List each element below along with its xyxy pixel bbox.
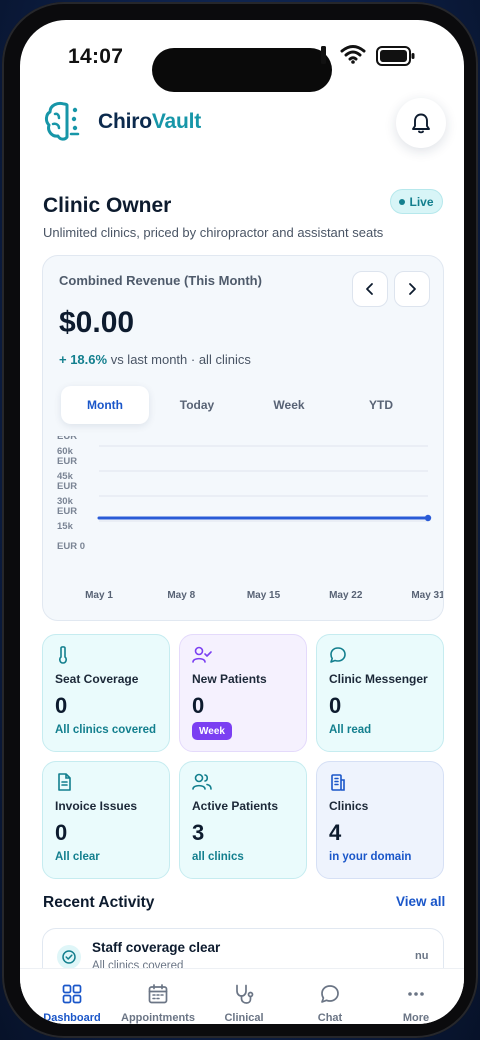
revenue-delta-text: vs last month · all clinics: [107, 352, 251, 367]
status-bar: 14:07: [20, 20, 464, 92]
brand-name-part1: Chiro: [98, 110, 152, 133]
grid-icon: [62, 984, 82, 1004]
chevron-right-icon: [409, 283, 416, 295]
revenue-label: Combined Revenue (This Month): [59, 273, 262, 288]
x-tick-label: May 1: [85, 590, 113, 601]
tab-label: Dashboard: [43, 1012, 101, 1024]
x-tick-label: May 31: [411, 590, 443, 601]
period-tabs: Month Today Week YTD: [59, 386, 429, 424]
chat-icon: [321, 985, 339, 1003]
tab-month[interactable]: Month: [61, 386, 149, 424]
y-tick-label: EUR 45k: [57, 456, 77, 482]
stat-value: 4: [329, 820, 342, 845]
activity-time: nu: [415, 950, 429, 962]
x-tick-label: May 15: [247, 590, 281, 601]
status-time: 14:07: [68, 45, 124, 68]
page-subtitle: Unlimited clinics, priced by chiropracto…: [43, 225, 384, 240]
bell-icon: [412, 113, 430, 134]
stat-card-active-patients[interactable]: Active Patients 3 all clinics: [179, 761, 307, 879]
brand-name-part2: Vault: [151, 110, 202, 133]
tab-clinical[interactable]: Clinical: [201, 969, 287, 1024]
y-tick-label: EUR 30k: [57, 481, 77, 507]
view-all-link[interactable]: View all: [396, 894, 445, 909]
more-icon: [408, 992, 424, 996]
tab-ytd[interactable]: YTD: [337, 386, 425, 424]
tab-label: Chat: [317, 1012, 343, 1024]
stat-card-clinics[interactable]: Clinics 4 in your domain: [316, 761, 444, 879]
stat-card-clinic-messenger[interactable]: Clinic Messenger 0 All read: [316, 634, 444, 752]
stat-subtext: All clinics covered: [55, 724, 156, 736]
app-header: ChiroVault: [44, 98, 446, 154]
live-badge: Live: [390, 189, 443, 214]
stat-subtext: All clear: [55, 851, 100, 863]
revenue-chart: EUR 60kEUR 45kEUR 30kEUR 15k EUR 0 May 1 May 8 M…: [57, 436, 443, 601]
stat-card-new-patients[interactable]: New Patients 0 Week: [179, 634, 307, 752]
file-text-icon: [58, 773, 71, 791]
y-tick-label: EUR 60k: [57, 436, 77, 457]
page-title: Clinic Owner: [43, 194, 172, 217]
stat-title: Seat Coverage: [55, 672, 139, 686]
previous-period-button[interactable]: [352, 271, 388, 307]
stat-subtext: in your domain: [329, 851, 412, 863]
wifi-icon: [340, 45, 366, 64]
notifications-button[interactable]: [396, 98, 446, 148]
stat-title: Invoice Issues: [55, 799, 138, 813]
stat-value: 0: [55, 820, 68, 845]
live-dot-icon: [399, 198, 406, 205]
tab-label: Appointments: [121, 1012, 195, 1024]
x-tick-label: May 22: [329, 590, 363, 601]
brand-name: ChiroVault: [98, 110, 201, 134]
tab-label: Clinical: [224, 1012, 264, 1024]
chevron-left-icon: [366, 283, 373, 295]
series-end-point: [424, 514, 432, 522]
next-period-button[interactable]: [394, 271, 430, 307]
users-icon: [192, 773, 212, 790]
stat-title: New Patients: [192, 672, 267, 686]
tab-chat[interactable]: Chat: [287, 969, 373, 1024]
activity-title: Staff coverage clear: [92, 940, 221, 955]
building-icon: [331, 774, 345, 791]
battery-icon: [376, 46, 415, 66]
stat-title: Active Patients: [192, 799, 279, 813]
tab-week[interactable]: Week: [245, 386, 333, 424]
recent-activity-title: Recent Activity: [43, 894, 155, 911]
tab-label: More: [402, 1012, 430, 1024]
revenue-delta-value: + 18.6%: [59, 352, 108, 367]
thermometer-icon: [59, 646, 67, 664]
stat-value: 3: [192, 820, 205, 845]
check-circle-icon: [57, 945, 81, 969]
stethoscope-icon: [236, 984, 254, 1004]
x-tick-label: May 8: [167, 590, 195, 601]
stat-value: 0: [55, 693, 68, 718]
app-screen: 14:07 ChiroVault Clinic Owner Live Unlim…: [20, 20, 464, 1024]
brain-logo-icon: [45, 101, 80, 141]
y-tick-label: EUR 0: [57, 541, 85, 552]
stat-subtext: all clinics: [192, 851, 244, 863]
stat-value: 0: [192, 693, 205, 718]
tab-dashboard[interactable]: Dashboard: [29, 969, 115, 1024]
revenue-card: Combined Revenue (This Month) $0.00 + 18…: [42, 255, 444, 621]
stat-card-invoice-issues[interactable]: Invoice Issues 0 All clear: [42, 761, 170, 879]
revenue-delta: + 18.6% vs last month · all clinics: [59, 352, 251, 367]
live-badge-label: Live: [409, 194, 434, 209]
week-pill: Week: [192, 722, 232, 740]
signal-icon: [321, 46, 326, 64]
calendar-icon: [148, 984, 168, 1004]
stat-subtext: All read: [329, 724, 372, 736]
tab-more[interactable]: More: [373, 969, 459, 1024]
y-tick-label: EUR 15k: [57, 506, 77, 532]
bottom-tab-bar: Dashboard Appointments Clinical Chat Mor…: [20, 968, 464, 1024]
message-icon: [330, 647, 346, 663]
dynamic-island: [152, 48, 332, 92]
stat-card-seat-coverage[interactable]: Seat Coverage 0 All clinics covered: [42, 634, 170, 752]
stat-title: Clinics: [329, 799, 369, 813]
tab-today[interactable]: Today: [153, 386, 241, 424]
user-check-icon: [192, 646, 212, 663]
stat-value: 0: [329, 693, 342, 718]
phone-frame: 14:07 ChiroVault Clinic Owner Live Unlim…: [2, 2, 478, 1038]
stat-title: Clinic Messenger: [329, 672, 428, 686]
tab-appointments[interactable]: Appointments: [115, 969, 201, 1024]
revenue-value: $0.00: [59, 306, 135, 339]
